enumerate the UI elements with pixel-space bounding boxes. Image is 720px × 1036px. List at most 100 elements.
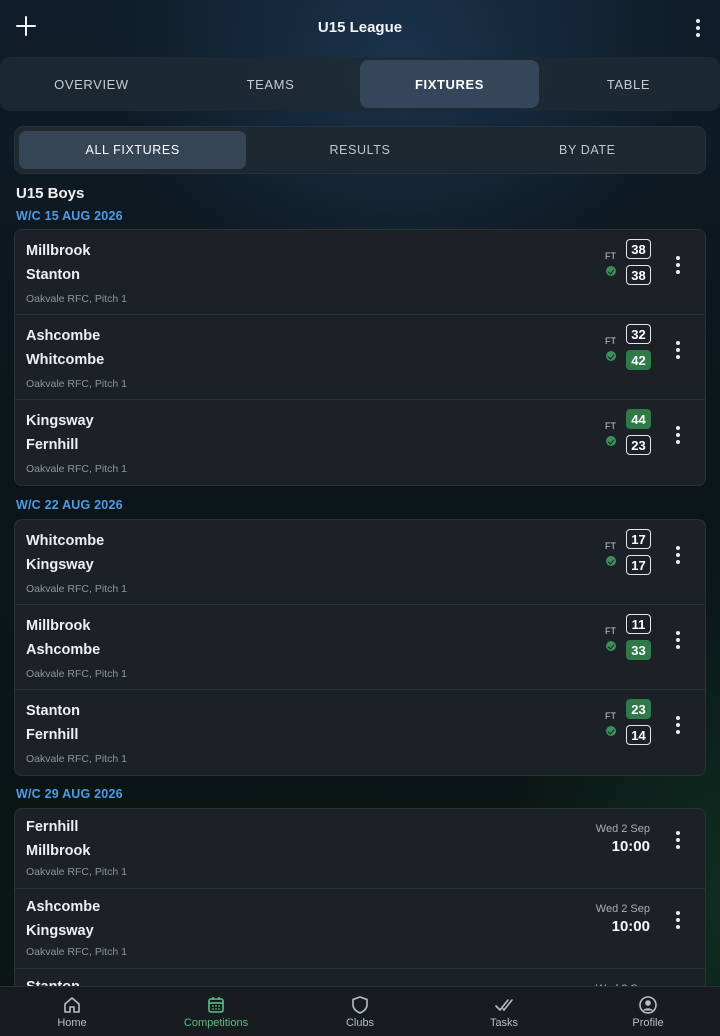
check-icon (606, 726, 616, 736)
venue: Oakvale RFC, Pitch 1 (26, 463, 127, 475)
away-score: 38 (626, 265, 651, 285)
fixture-row[interactable]: Millbrook Ashcombe Oakvale RFC, Pitch 1 … (15, 605, 705, 690)
more-vertical-icon[interactable] (672, 254, 684, 276)
fixture-row[interactable]: Millbrook Stanton Oakvale RFC, Pitch 1 F… (15, 230, 705, 315)
tab-by-date[interactable]: BY DATE (474, 131, 701, 169)
bottom-nav: Home Competitions Clubs Tasks Profile (0, 986, 720, 1036)
away-score: 23 (626, 435, 651, 455)
fixture-list: Millbrook Stanton Oakvale RFC, Pitch 1 F… (14, 229, 706, 486)
fixture-row[interactable]: Fernhill Millbrook Oakvale RFC, Pitch 1 … (15, 809, 705, 889)
competition-group-title: U15 Boys (16, 185, 85, 202)
app: U15 League OVERVIEW TEAMS FIXTURES TABLE… (0, 0, 720, 1036)
nav-label: Profile (632, 1017, 664, 1029)
away-team: Stanton (26, 267, 80, 283)
more-vertical-icon[interactable] (672, 424, 684, 446)
match-status: FT (605, 421, 616, 431)
away-team: Fernhill (26, 437, 79, 453)
fixture-filter-tabs: ALL FIXTURES RESULTS BY DATE (14, 126, 706, 174)
home-score: 23 (626, 699, 651, 719)
away-team: Kingsway (26, 557, 94, 573)
shield-icon (352, 996, 368, 1014)
match-status: FT (605, 541, 616, 551)
nav-label: Home (57, 1017, 87, 1029)
kickoff-date: Wed 2 Sep (595, 823, 650, 835)
tab-table[interactable]: TABLE (539, 60, 718, 108)
more-vertical-icon[interactable] (672, 909, 684, 931)
tab-overview[interactable]: OVERVIEW (2, 60, 181, 108)
home-score: 44 (626, 409, 651, 429)
nav-label: Clubs (345, 1017, 375, 1029)
match-status: FT (605, 251, 616, 261)
home-team: Whitcombe (26, 533, 105, 549)
home-team: Fernhill (26, 819, 79, 835)
home-score: 32 (626, 324, 651, 344)
match-status: FT (605, 626, 616, 636)
away-team: Millbrook (26, 843, 91, 859)
fixture-row[interactable]: Kingsway Fernhill Oakvale RFC, Pitch 1 F… (15, 400, 705, 485)
kickoff-date: Wed 2 Sep (595, 903, 650, 915)
main-tabs: OVERVIEW TEAMS FIXTURES TABLE (0, 57, 720, 111)
home-team: Ashcombe (26, 899, 101, 915)
venue: Oakvale RFC, Pitch 1 (26, 583, 127, 595)
away-score: 14 (626, 725, 651, 745)
nav-tasks[interactable]: Tasks (432, 987, 576, 1036)
fixture-list: Fernhill Millbrook Oakvale RFC, Pitch 1 … (14, 808, 706, 998)
check-icon (606, 436, 616, 446)
home-score: 17 (626, 529, 651, 549)
more-vertical-icon[interactable] (692, 17, 704, 39)
fixture-row[interactable]: Ashcombe Kingsway Oakvale RFC, Pitch 1 W… (15, 889, 705, 969)
match-status: FT (605, 336, 616, 346)
nav-clubs[interactable]: Clubs (288, 987, 432, 1036)
home-team: Stanton (26, 703, 80, 719)
tab-results[interactable]: RESULTS (246, 131, 473, 169)
venue: Oakvale RFC, Pitch 1 (26, 668, 127, 680)
tab-fixtures[interactable]: FIXTURES (360, 60, 539, 108)
away-score: 33 (626, 640, 651, 660)
check-icon (606, 556, 616, 566)
home-score: 38 (626, 239, 651, 259)
more-vertical-icon[interactable] (672, 829, 684, 851)
tab-all-fixtures[interactable]: ALL FIXTURES (19, 131, 247, 169)
away-score: 17 (626, 555, 651, 575)
nav-label: Tasks (489, 1017, 519, 1029)
user-circle-icon (639, 996, 657, 1014)
fixture-row[interactable]: Ashcombe Whitcombe Oakvale RFC, Pitch 1 … (15, 315, 705, 400)
venue: Oakvale RFC, Pitch 1 (26, 293, 127, 305)
tab-teams[interactable]: TEAMS (181, 60, 360, 108)
away-team: Kingsway (26, 923, 94, 939)
nav-competitions[interactable]: Competitions (144, 987, 288, 1036)
check-icon (606, 266, 616, 276)
fixture-row[interactable]: Stanton Fernhill Oakvale RFC, Pitch 1 FT… (15, 690, 705, 775)
away-team: Whitcombe (26, 352, 105, 368)
home-team: Millbrook (26, 243, 91, 259)
top-bar: U15 League (0, 0, 720, 56)
nav-profile[interactable]: Profile (576, 987, 720, 1036)
calendar-icon (208, 997, 224, 1013)
week-label: W/C 22 AUG 2026 (16, 498, 123, 512)
fixture-list: Whitcombe Kingsway Oakvale RFC, Pitch 1 … (14, 519, 706, 776)
fixture-row[interactable]: Whitcombe Kingsway Oakvale RFC, Pitch 1 … (15, 520, 705, 605)
home-team: Millbrook (26, 618, 91, 634)
venue: Oakvale RFC, Pitch 1 (26, 378, 127, 390)
venue: Oakvale RFC, Pitch 1 (26, 946, 127, 958)
check-icon (606, 641, 616, 651)
away-team: Ashcombe (26, 642, 101, 658)
check-icon (606, 351, 616, 361)
home-score: 11 (626, 614, 651, 634)
page-title: U15 League (317, 19, 403, 36)
double-check-icon (495, 999, 513, 1011)
away-score: 42 (626, 350, 651, 370)
kickoff-time: 10:00 (611, 838, 650, 855)
more-vertical-icon[interactable] (672, 339, 684, 361)
away-team: Fernhill (26, 727, 79, 743)
more-vertical-icon[interactable] (672, 714, 684, 736)
more-vertical-icon[interactable] (672, 629, 684, 651)
match-status: FT (605, 711, 616, 721)
kickoff-time: 10:00 (611, 918, 650, 935)
venue: Oakvale RFC, Pitch 1 (26, 866, 127, 878)
week-label: W/C 29 AUG 2026 (16, 787, 123, 801)
venue: Oakvale RFC, Pitch 1 (26, 753, 127, 765)
more-vertical-icon[interactable] (672, 544, 684, 566)
home-team: Ashcombe (26, 328, 101, 344)
nav-home[interactable]: Home (0, 987, 144, 1036)
